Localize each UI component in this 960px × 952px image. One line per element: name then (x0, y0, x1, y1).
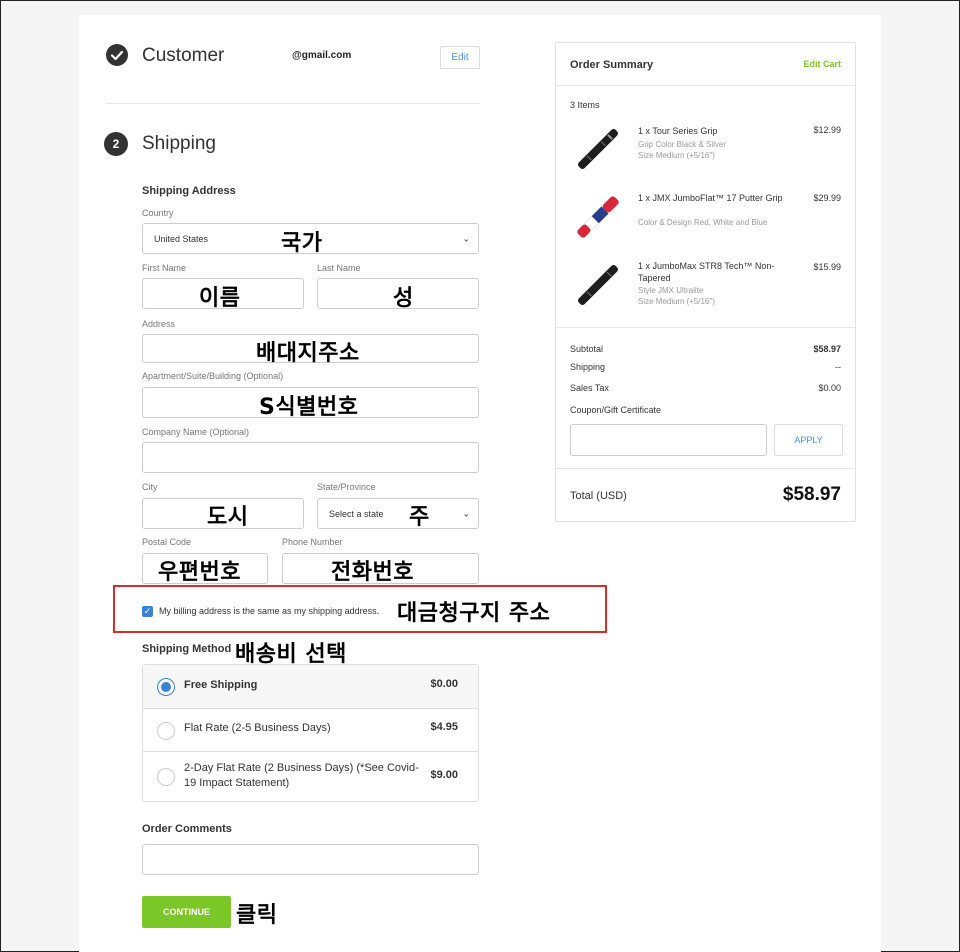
chevron-down-icon: ⌄ (462, 508, 470, 518)
item-meta: Color & Design Red, White and Blue (638, 218, 768, 227)
checkout-page: Customer @gmail.com Edit 2 Shipping Ship… (79, 15, 881, 952)
billing-same-label: My billing address is the same as my shi… (159, 606, 380, 616)
apply-coupon-button[interactable]: APPLY (774, 424, 843, 456)
customer-step-complete-icon (106, 44, 128, 71)
company-field[interactable] (142, 442, 479, 473)
coupon-input[interactable] (570, 424, 767, 456)
annotation-billing: 대금청구지 주소 (397, 601, 551, 626)
order-comments-field[interactable] (142, 844, 479, 875)
order-summary-panel: Order Summary Edit Cart 3 Items 1 x Tour… (555, 42, 856, 522)
state-label: State/Province (317, 482, 376, 492)
total-label: Total (USD) (570, 490, 627, 502)
address-label: Address (142, 319, 176, 329)
country-label: Country (142, 208, 174, 218)
sales-tax-label: Sales Tax (570, 383, 609, 393)
apartment-label: Apartment/Suite/Building (Optional) (142, 371, 284, 381)
summary-divider (556, 327, 855, 328)
product-thumbnail[interactable] (570, 189, 626, 245)
method-price: $0.00 (430, 678, 458, 690)
state-select[interactable]: Select a state ⌄ (317, 498, 479, 529)
item-meta: Size Medium (+5/16") (638, 297, 715, 306)
shipping-method-option[interactable]: Free Shipping $0.00 (143, 665, 478, 708)
method-price: $9.00 (430, 769, 458, 781)
annotation-phone: 전화번호 (331, 560, 414, 585)
step-divider (106, 103, 480, 104)
shipping-method-list: Free Shipping $0.00 Flat Rate (2-5 Busin… (142, 664, 479, 802)
method-label: Free Shipping (184, 679, 258, 691)
annotation-country: 국가 (281, 231, 323, 256)
summary-divider (556, 468, 855, 469)
item-meta: Style JMX Ultralite (638, 286, 704, 295)
shipping-cost-value: -- (835, 362, 841, 372)
annotation-first-name: 이름 (199, 286, 241, 311)
shipping-step-title: Shipping (142, 133, 216, 154)
continue-button[interactable]: CONTINUE (142, 896, 231, 928)
item-name: 1 x JumboMax STR8 Tech™ Non-Tapered (638, 261, 775, 283)
annotation-postal: 우편번호 (158, 560, 241, 585)
method-label: Flat Rate (2-5 Business Days) (184, 722, 331, 734)
sales-tax-value: $0.00 (818, 383, 841, 393)
order-comments-heading: Order Comments (142, 823, 232, 835)
item-count: 3 Items (570, 100, 600, 110)
customer-step-title: Customer (142, 45, 225, 66)
first-name-label: First Name (142, 263, 187, 273)
state-select-placeholder: Select a state (329, 508, 384, 519)
total-value: $58.97 (782, 484, 841, 505)
radio-unselected-icon[interactable] (157, 722, 175, 740)
shipping-address-heading: Shipping Address (142, 185, 236, 197)
method-label: 2-Day Flat Rate (2 Business Days) (*See … (184, 762, 419, 789)
subtotal-label: Subtotal (570, 344, 604, 354)
shipping-step-number: 2 (104, 132, 128, 156)
edit-cart-link[interactable]: Edit Cart (803, 59, 841, 69)
product-thumbnail[interactable] (570, 257, 626, 313)
item-name: 1 x JMX JumboFlat™ 17 Putter Grip (638, 193, 783, 203)
shipping-method-option[interactable]: 2-Day Flat Rate (2 Business Days) (*See … (143, 751, 478, 802)
annotation-city: 도시 (207, 505, 249, 530)
annotation-address: 배대지주소 (256, 341, 360, 366)
annotation-state: 주 (409, 505, 430, 530)
customer-edit-button[interactable]: Edit (440, 46, 480, 69)
coupon-label: Coupon/Gift Certificate (570, 405, 662, 415)
item-price: $15.99 (813, 262, 841, 272)
customer-email: @gmail.com (292, 50, 352, 61)
item-name: 1 x Tour Series Grip (638, 126, 718, 136)
company-label: Company Name (Optional) (142, 427, 250, 437)
summary-divider (556, 85, 855, 86)
shipping-method-option[interactable]: Flat Rate (2-5 Business Days) $4.95 (143, 708, 478, 751)
rwb-grip-icon (577, 196, 619, 238)
shipping-cost-label: Shipping (570, 362, 606, 372)
order-summary-title: Order Summary (570, 59, 654, 71)
annotation-continue: 클릭 (236, 903, 278, 928)
black-grip-icon (578, 265, 618, 305)
method-price: $4.95 (430, 721, 458, 733)
radio-selected-icon[interactable] (157, 678, 175, 696)
country-select-value: United States (154, 233, 209, 244)
item-meta: Grip Color Black & Silver (638, 140, 727, 149)
product-thumbnail[interactable] (570, 121, 626, 177)
city-label: City (142, 482, 158, 492)
postal-code-label: Postal Code (142, 537, 192, 547)
radio-unselected-icon[interactable] (157, 768, 175, 786)
item-meta: Size Medium (+5/16") (638, 151, 715, 160)
chevron-down-icon: ⌄ (462, 233, 470, 243)
shipping-method-heading: Shipping Method (142, 643, 232, 655)
item-price: $12.99 (813, 125, 841, 135)
subtotal-value: $58.97 (813, 344, 841, 354)
item-price: $29.99 (813, 193, 841, 203)
black-grip-icon (578, 129, 618, 169)
last-name-label: Last Name (317, 263, 361, 273)
annotation-last-name: 성 (393, 286, 414, 311)
annotation-apartment: S식별번호 (259, 395, 359, 420)
billing-same-checkbox[interactable]: ✓ (142, 606, 153, 617)
phone-label: Phone Number (282, 537, 343, 547)
